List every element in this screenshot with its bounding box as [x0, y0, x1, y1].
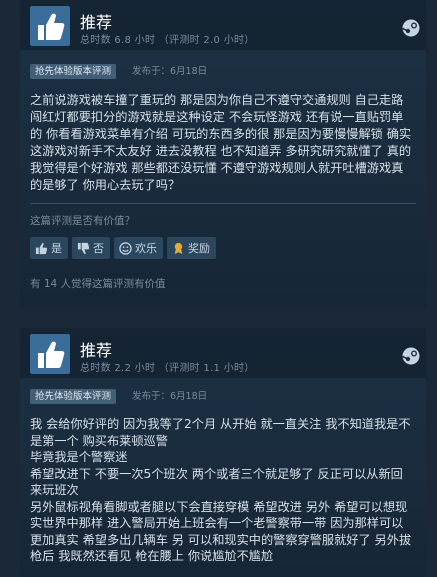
helpful-question: 这篇评测是否有价值？ [30, 215, 135, 227]
vote-yes-button[interactable]: 是 [30, 237, 68, 259]
vote-funny-button[interactable]: 欢乐 [114, 237, 163, 259]
award-icon [174, 242, 183, 254]
playtime-hours: 总时数 2.2 小时 （评测时 1.1 小时） [80, 363, 255, 374]
playtime-hours: 总时数 6.8 小时 （评测时 2.0 小时） [80, 35, 255, 46]
posted-date: 发布于：6月18日 [132, 66, 208, 77]
recommendation-title[interactable]: 推荐 [80, 337, 112, 361]
recommended-thumb[interactable] [30, 334, 70, 374]
vote-no-label: 否 [93, 242, 104, 255]
review-card: 推荐 总时数 6.8 小时 （评测时 2.0 小时） 抢先体验版本评测 发布于：… [20, 0, 426, 308]
recommended-thumb[interactable] [30, 6, 70, 46]
vote-funny-label: 欢乐 [135, 242, 157, 255]
vote-controls: 是 否 欢乐 奖励 [30, 237, 216, 259]
thumbs-up-icon [38, 341, 65, 368]
award-label: 奖励 [188, 242, 210, 255]
divider [30, 203, 416, 204]
review-header: 推荐 总时数 2.2 小时 （评测时 1.1 小时） [20, 328, 426, 378]
vote-no-button[interactable]: 否 [72, 237, 110, 259]
thumbs-up-icon [38, 13, 65, 40]
thumbs-down-icon [77, 242, 90, 254]
posted-date: 发布于：6月18日 [132, 391, 208, 402]
steam-icon [402, 19, 420, 37]
review-header: 推荐 总时数 6.8 小时 （评测时 2.0 小时） [20, 0, 426, 50]
early-access-badge: 抢先体验版本评测 [30, 64, 117, 79]
thumbs-up-icon [35, 242, 48, 254]
review-card: 推荐 总时数 2.2 小时 （评测时 1.1 小时） 抢先体验版本评测 发布于：… [20, 328, 426, 577]
smiley-icon [119, 241, 132, 255]
review-body: 我 会给你好评的 因为我等了2个月 从开始 就一直关注 我不知道我是不是第一个 … [30, 417, 412, 563]
steam-icon [402, 347, 420, 365]
award-button[interactable]: 奖励 [167, 237, 216, 259]
vote-yes-label: 是 [51, 242, 62, 255]
helpful-count: 有 14 人觉得这篇评测有价值 [30, 278, 166, 290]
review-body: 之前说游戏被车撞了重玩的 那是因为你自己不遵守交通规则 自己走路闯红灯都要扣分的… [30, 93, 412, 192]
early-access-badge: 抢先体验版本评测 [30, 389, 117, 404]
recommendation-title[interactable]: 推荐 [80, 9, 112, 33]
